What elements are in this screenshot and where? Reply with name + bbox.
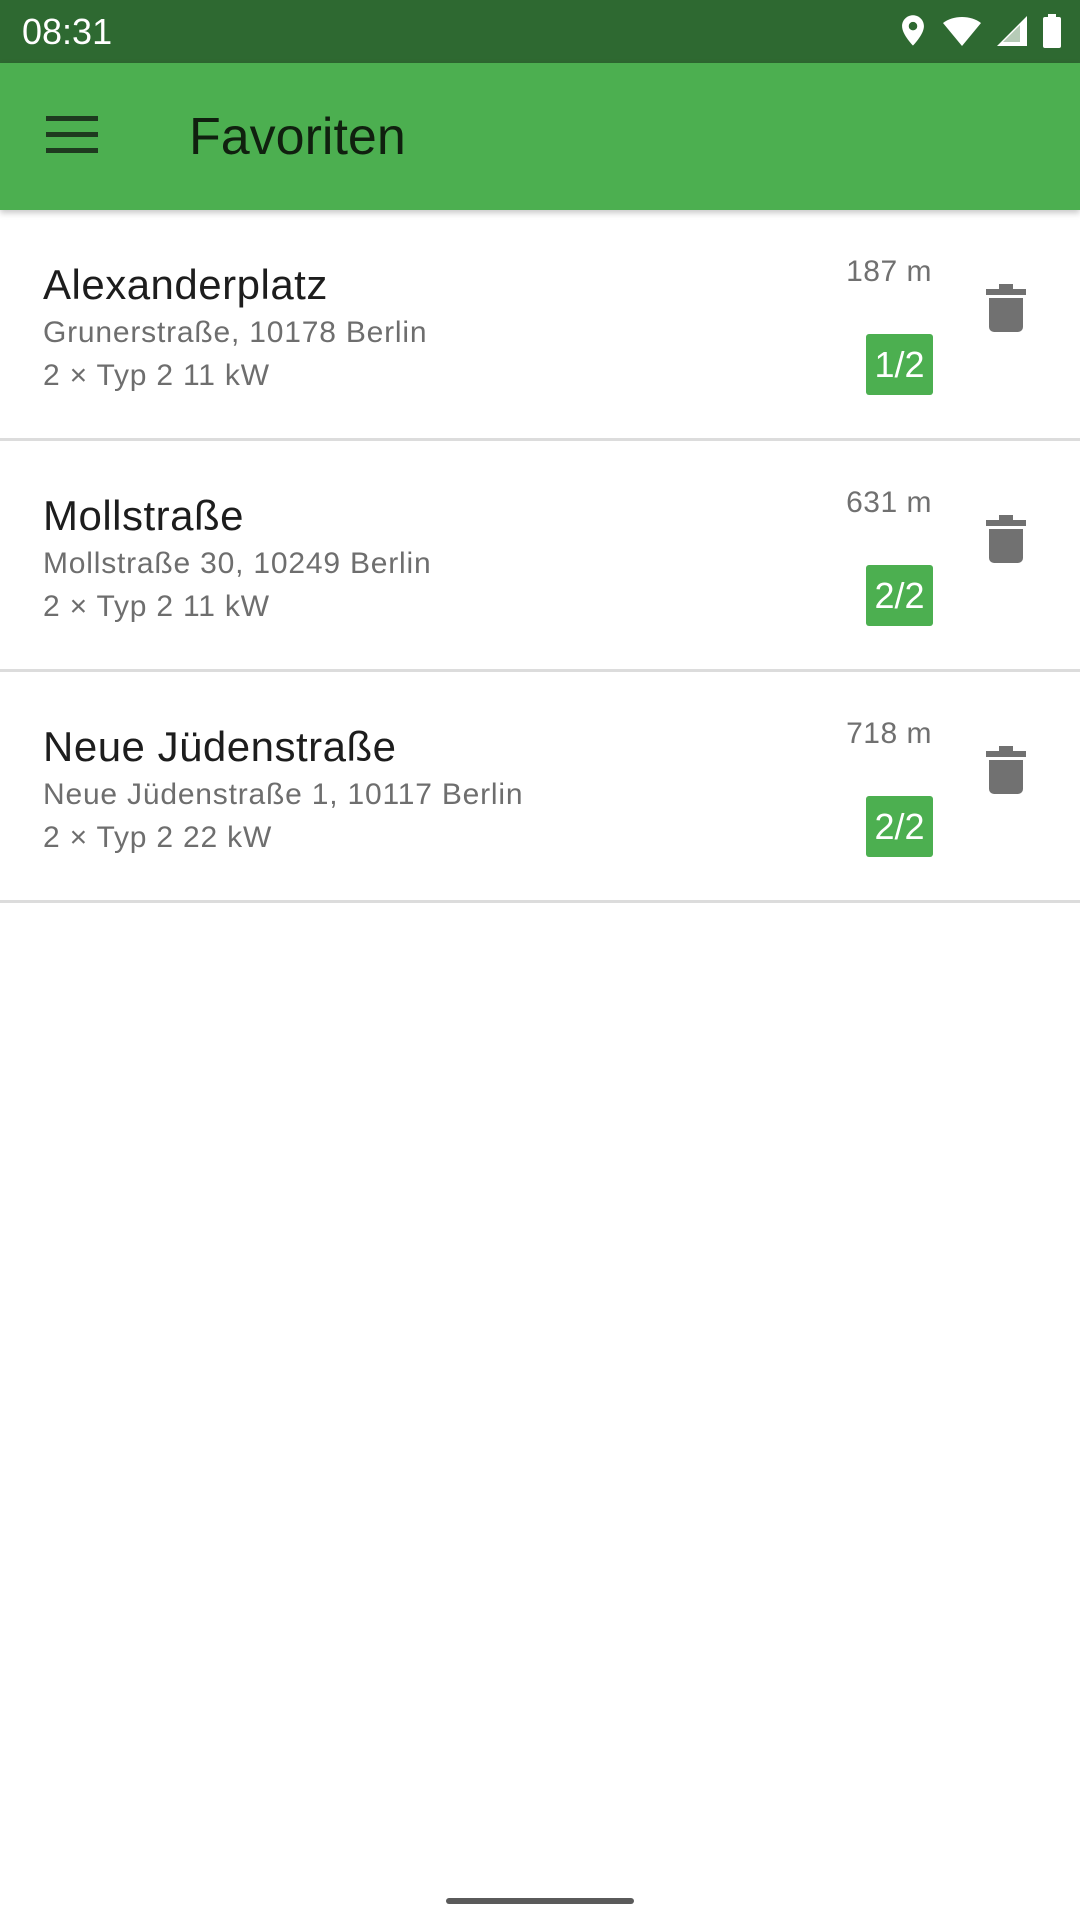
item-address: Mollstraße 30, 10249 Berlin: [43, 547, 432, 580]
item-distance: 187 m: [846, 255, 932, 288]
availability-badge: 2/2: [866, 565, 933, 626]
item-distance: 718 m: [846, 717, 932, 750]
signal-icon: [996, 15, 1028, 47]
trash-icon: [986, 283, 1026, 337]
menu-button[interactable]: [36, 101, 108, 173]
item-address: Neue Jüdenstraße 1, 10117 Berlin: [43, 778, 524, 811]
item-name: Neue Jüdenstraße: [43, 723, 397, 770]
item-distance: 631 m: [846, 486, 932, 519]
favorites-list: Alexanderplatz Grunerstraße, 10178 Berli…: [0, 210, 1080, 903]
menu-icon: [46, 115, 98, 159]
item-connectors: 2 × Typ 2 22 kW: [43, 821, 273, 854]
battery-icon: [1042, 14, 1062, 48]
availability-badge: 1/2: [866, 334, 933, 395]
trash-icon: [986, 514, 1026, 568]
favorite-item-neue-juedenstrasse[interactable]: Neue Jüdenstraße Neue Jüdenstraße 1, 101…: [0, 672, 1080, 903]
delete-button[interactable]: [970, 736, 1042, 808]
availability-badge: 2/2: [866, 796, 933, 857]
item-connectors: 2 × Typ 2 11 kW: [43, 359, 270, 392]
wifi-icon: [942, 15, 982, 47]
delete-button[interactable]: [970, 274, 1042, 346]
home-indicator[interactable]: [446, 1898, 634, 1904]
item-name: Mollstraße: [43, 492, 245, 539]
delete-button[interactable]: [970, 505, 1042, 577]
item-name: Alexanderplatz: [43, 261, 328, 308]
status-time: 08:31: [22, 11, 113, 52]
favorite-item-mollstrasse[interactable]: Mollstraße Mollstraße 30, 10249 Berlin 2…: [0, 441, 1080, 672]
item-connectors: 2 × Typ 2 11 kW: [43, 590, 270, 623]
status-bar: 08:31: [0, 0, 1080, 63]
trash-icon: [986, 745, 1026, 799]
location-icon: [898, 14, 928, 48]
app-bar: Favoriten: [0, 63, 1080, 210]
item-address: Grunerstraße, 10178 Berlin: [43, 316, 428, 349]
status-icons: [898, 12, 1062, 50]
favorite-item-alexanderplatz[interactable]: Alexanderplatz Grunerstraße, 10178 Berli…: [0, 210, 1080, 441]
page-title: Favoriten: [189, 108, 406, 166]
